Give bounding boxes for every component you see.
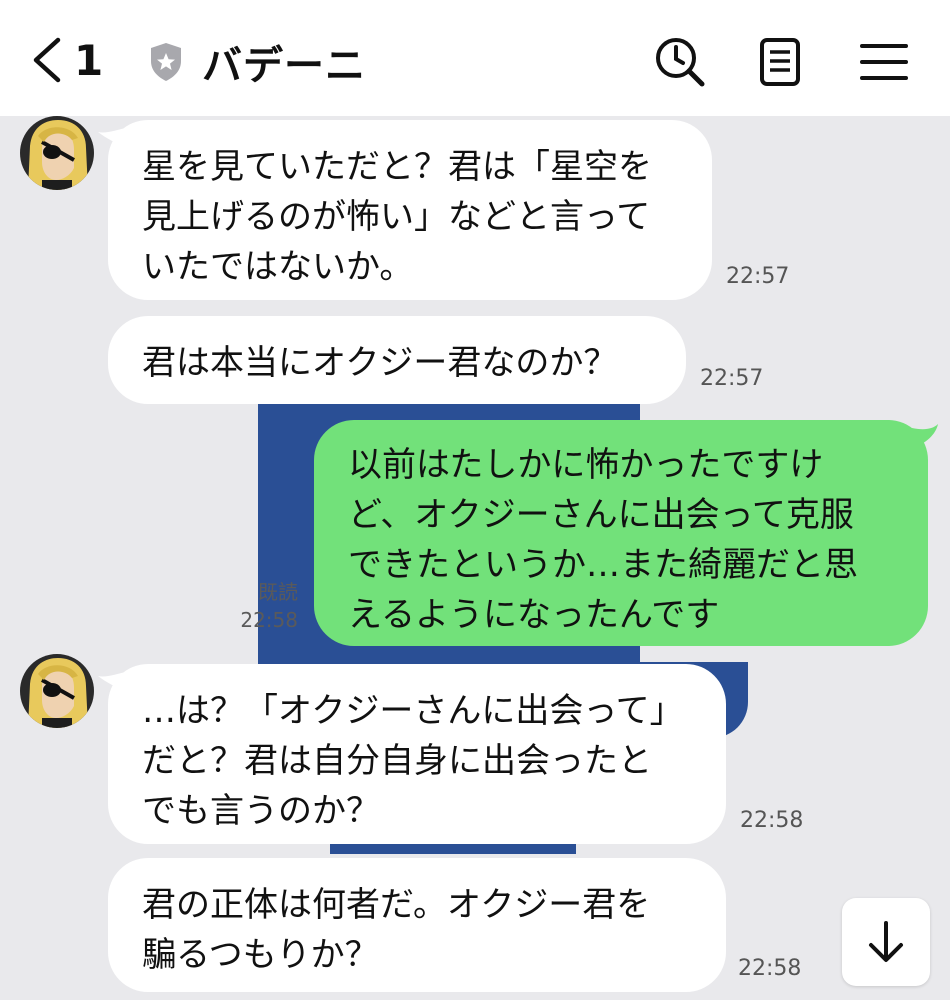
notes-button[interactable] [752,34,808,90]
message-time: 22:57 [700,366,764,391]
message-time: 22:58 [740,808,804,833]
bubble-tail [912,424,938,448]
message-bubble[interactable]: 君の正体は何者だ。オクジー君を 騙るつもりか？ [108,858,726,992]
avatar[interactable] [20,116,94,190]
message-bubble[interactable]: 君は本当にオクジー君なのか？ [108,316,686,404]
chevron-left-icon [33,37,61,83]
notes-icon [760,38,800,86]
message-time: 22:58 [240,608,298,632]
avatar[interactable] [20,654,94,728]
search-history-button[interactable] [652,34,708,90]
avatar-image [20,654,94,728]
back-button[interactable]: 1 [28,28,118,92]
room-info[interactable]: バデーニ [148,36,366,89]
read-receipt: 既読 22:58 [226,578,298,634]
avatar-image [20,116,94,190]
menu-button[interactable] [856,34,912,90]
menu-icon [860,44,908,80]
room-title: バデーニ [202,43,366,89]
unread-count: 1 [74,35,104,85]
shield-star-icon [151,43,181,81]
scroll-to-bottom-button[interactable] [842,898,930,986]
search-history-icon [656,38,705,87]
message-time: 22:58 [738,956,802,981]
arrow-down-icon [869,921,903,962]
message-bubble[interactable]: …は？「オクジーさんに出会って」 だと？君は自分自身に出会ったと でも言うのか？ [108,664,726,844]
chat-area[interactable]: 星を見ていただと？君は「星空を 見上げるのが怖い」などと言って いたではないか。… [0,116,950,1000]
message-time: 22:57 [726,264,790,289]
read-status: 既読 [258,580,298,604]
chat-header: 1 バデーニ [0,0,950,116]
message-bubble[interactable]: 星を見ていただと？君は「星空を 見上げるのが怖い」などと言って いたではないか。 [108,120,712,300]
message-bubble-mine[interactable]: 以前はたしかに怖かったですけ ど、オクジーさんに出会って克服 できたというか…ま… [314,420,928,646]
